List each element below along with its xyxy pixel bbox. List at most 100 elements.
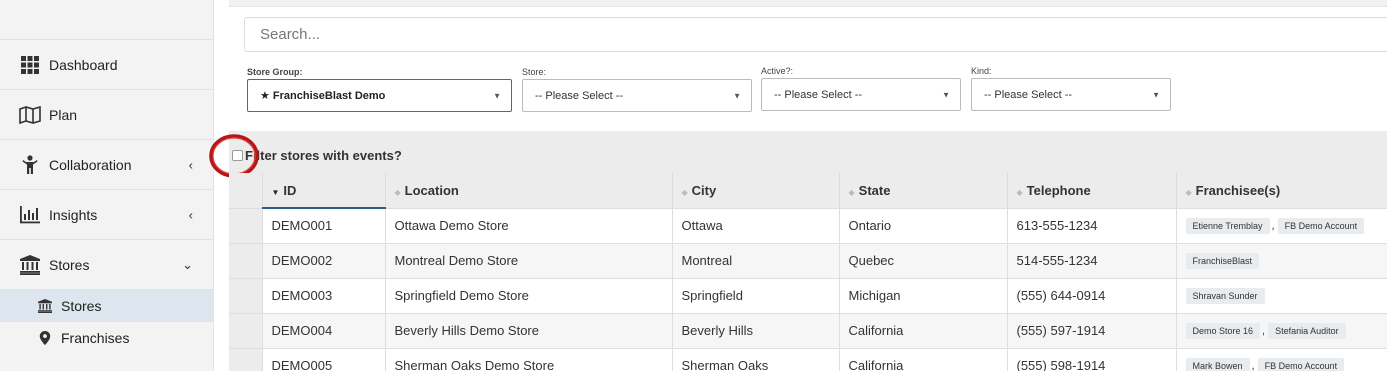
sidebar-item-label: Insights (49, 206, 98, 223)
store-group-filter: Store Group: ★ FranchiseBlast Demo ▼ (247, 67, 512, 112)
main-content: Store Group: ★ FranchiseBlast Demo ▼ Sto… (209, 0, 1387, 371)
franchisee-chip[interactable]: FB Demo Account (1257, 358, 1345, 371)
table-row[interactable]: DEMO004 Beverly Hills Demo Store Beverly… (229, 312, 1387, 348)
cell-state: California (838, 347, 1007, 371)
kind-value: -- Please Select -- (984, 88, 1073, 101)
table-header-row: ▼ ID ◆ Location ◆ City ◆ State ◆ Telephone ◆ F… (229, 173, 1387, 209)
sidebar-subitem-stores[interactable]: Stores (0, 290, 213, 322)
sidebar-subitem-franchises[interactable]: Franchises (0, 322, 213, 354)
sort-desc-icon: ▼ (271, 187, 280, 197)
bar-chart-icon (19, 204, 41, 226)
row-header-cell (229, 207, 262, 243)
map-icon (19, 104, 41, 126)
cell-telephone: (555) 597-1914 (1006, 312, 1176, 348)
cell-state: California (838, 312, 1007, 348)
sort-icon: ◆ (1185, 187, 1192, 197)
column-header-city[interactable]: ◆ City (671, 173, 839, 208)
cell-state: Ontario (838, 207, 1007, 243)
sidebar-item-plan[interactable]: Plan (0, 90, 213, 140)
cell-id[interactable]: DEMO001 (261, 207, 385, 243)
top-strip (229, 0, 1387, 7)
stores-table: ▼ ID ◆ Location ◆ City ◆ State ◆ Telephone ◆ F… (229, 173, 1387, 371)
table-row[interactable]: DEMO002 Montreal Demo Store Montreal Que… (229, 242, 1387, 278)
sort-icon: ◆ (848, 187, 855, 197)
store-select[interactable]: -- Please Select -- ▼ (522, 79, 752, 112)
chevron-left-icon: ‹ (188, 157, 193, 172)
cell-state: Michigan (838, 277, 1007, 313)
events-filter-label: Filter stores with events? (245, 148, 402, 163)
franchisee-chip[interactable]: Shravan Sunder (1185, 288, 1265, 304)
store-label: Store: (522, 67, 547, 77)
sidebar-item-dashboard[interactable]: Dashboard (0, 40, 213, 90)
grid-icon (19, 54, 41, 76)
kind-filter: Kind: -- Please Select -- ▼ (971, 66, 1171, 111)
sidebar-item-stores[interactable]: Stores ⌄ (0, 240, 213, 290)
cell-location[interactable]: Sherman Oaks Demo Store (384, 347, 672, 371)
franchisee-chip[interactable]: FB Demo Account (1277, 218, 1365, 234)
franchisee-chip[interactable]: FranchiseBlast (1185, 253, 1260, 269)
bank-icon (19, 254, 41, 276)
chevron-down-icon: ⌄ (182, 256, 193, 272)
row-header-cell (229, 312, 262, 348)
cell-location[interactable]: Beverly Hills Demo Store (384, 312, 672, 348)
cell-telephone: 514-555-1234 (1006, 242, 1176, 278)
store-group-select[interactable]: ★ FranchiseBlast Demo ▼ (247, 79, 512, 112)
active-label: Active?: (761, 66, 794, 76)
cell-franchisees: Mark Bowen, FB Demo Account (1175, 347, 1387, 371)
kind-label: Kind: (971, 66, 992, 76)
kind-select[interactable]: -- Please Select -- ▼ (971, 78, 1171, 111)
store-filter: Store: -- Please Select -- ▼ (522, 67, 752, 112)
caret-down-icon: ▼ (1152, 90, 1160, 99)
cell-location[interactable]: Montreal Demo Store (384, 242, 672, 278)
cell-city: Beverly Hills (671, 312, 839, 348)
sidebar: Dashboard Plan Collaboration ‹ Insights … (0, 0, 214, 371)
franchisee-chip[interactable]: Etienne Tremblay (1185, 218, 1270, 234)
cell-id[interactable]: DEMO005 (261, 347, 385, 371)
row-header-cell (229, 277, 262, 313)
column-header-telephone[interactable]: ◆ Telephone (1006, 173, 1176, 208)
active-select[interactable]: -- Please Select -- ▼ (761, 78, 961, 111)
cell-franchisees: Etienne Tremblay, FB Demo Account (1175, 207, 1387, 243)
sidebar-subitem-label: Franchises (61, 330, 130, 346)
events-checkbox[interactable] (232, 150, 243, 161)
cell-id[interactable]: DEMO004 (261, 312, 385, 348)
sidebar-item-insights[interactable]: Insights ‹ (0, 190, 213, 240)
active-filter: Active?: -- Please Select -- ▼ (761, 66, 961, 111)
store-group-label: Store Group: (247, 67, 303, 77)
cell-telephone: 613-555-1234 (1006, 207, 1176, 243)
search-input[interactable] (244, 17, 1387, 52)
table-row[interactable]: DEMO003 Springfield Demo Store Springfie… (229, 277, 1387, 313)
caret-down-icon: ▼ (493, 91, 501, 100)
cell-telephone: (555) 644-0914 (1006, 277, 1176, 313)
sidebar-top-spacer (0, 0, 213, 40)
cell-location[interactable]: Springfield Demo Store (384, 277, 672, 313)
active-value: -- Please Select -- (774, 88, 863, 101)
franchisee-chip[interactable]: Mark Bowen (1185, 358, 1250, 371)
row-header-cell (229, 242, 262, 278)
column-header-franchisees[interactable]: ◆ Franchisee(s) (1175, 173, 1387, 208)
cell-id[interactable]: DEMO002 (261, 242, 385, 278)
sidebar-item-label: Collaboration (49, 156, 132, 173)
column-header-state[interactable]: ◆ State (838, 173, 1007, 208)
cell-franchisees: FranchiseBlast (1175, 242, 1387, 278)
franchisee-chip[interactable]: Stefania Auditor (1268, 323, 1346, 339)
chevron-left-icon: ‹ (188, 207, 193, 222)
sidebar-item-label: Stores (49, 256, 90, 273)
table-row[interactable]: DEMO005 Sherman Oaks Demo Store Sherman … (229, 347, 1387, 371)
cell-franchisees: Shravan Sunder (1175, 277, 1387, 313)
cell-state: Quebec (838, 242, 1007, 278)
caret-down-icon: ▼ (942, 90, 950, 99)
cell-city: Springfield (671, 277, 839, 313)
row-header-cell (229, 173, 262, 208)
column-header-location[interactable]: ◆ Location (384, 173, 672, 208)
column-header-id[interactable]: ▼ ID (261, 173, 385, 209)
table-row[interactable]: DEMO001 Ottawa Demo Store Ottawa Ontario… (229, 207, 1387, 243)
cell-city: Ottawa (671, 207, 839, 243)
franchisee-chip[interactable]: Demo Store 16 (1185, 323, 1261, 339)
cell-location[interactable]: Ottawa Demo Store (384, 207, 672, 243)
sidebar-item-collaboration[interactable]: Collaboration ‹ (0, 140, 213, 190)
events-filter[interactable]: Filter stores with events? (232, 148, 402, 163)
cell-city: Montreal (671, 242, 839, 278)
cell-id[interactable]: DEMO003 (261, 277, 385, 313)
store-value: -- Please Select -- (535, 89, 624, 102)
